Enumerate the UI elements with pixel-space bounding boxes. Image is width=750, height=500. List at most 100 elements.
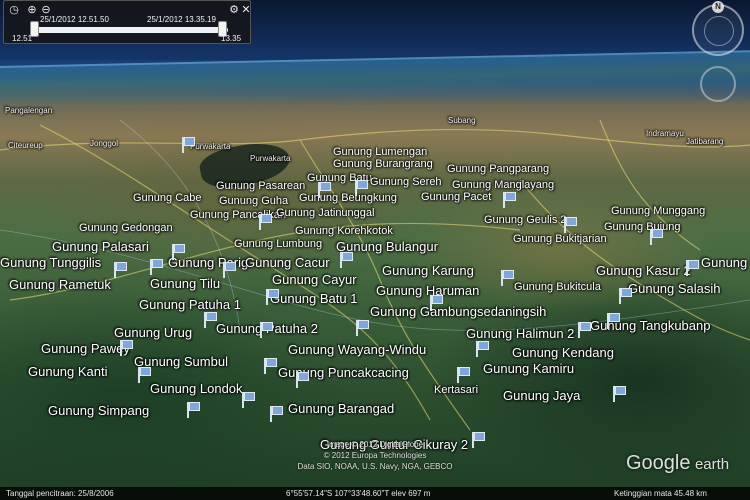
mountain-label[interactable]: Gunung Wayang-Windu (288, 343, 426, 356)
placemark-pin-icon[interactable] (150, 259, 163, 275)
status-bar: Tanggal pencitraan: 25/8/2006 6°55'57.14… (0, 487, 750, 500)
placemark-pin-icon[interactable] (270, 406, 283, 422)
placemark-pin-icon[interactable] (650, 229, 663, 245)
mountain-label[interactable]: Gunung Kanti (28, 365, 108, 378)
end-datetime: 25/1/2012 13.35.19 (147, 15, 216, 24)
satellite-map[interactable]: Pangalengan Citeureup Jonggol Purwakarta… (0, 0, 750, 500)
placemark-pin-icon[interactable] (120, 340, 133, 356)
mountain-label[interactable]: Gunung Manglayang (452, 180, 554, 191)
placemark-pin-icon[interactable] (296, 372, 309, 388)
time-slider-panel[interactable]: ◷ ⊕ ⊖ ⚙ ✕ 25/1/2012 12.51.50 25/1/2012 1… (3, 0, 251, 44)
mountain-label[interactable]: Gunung Karung (382, 264, 474, 277)
mountain-label[interactable]: Gunung Rametuk (9, 278, 111, 291)
start-time: 12.51 (12, 34, 33, 43)
eye-altitude: Ketinggian mata 45.48 km (614, 489, 707, 498)
placemark-pin-icon[interactable] (607, 313, 620, 329)
placemark-pin-icon[interactable] (242, 392, 255, 408)
mountain-label[interactable]: Gunung Kasur 2 (596, 264, 691, 277)
mountain-label[interactable]: Gunung Cabe (133, 193, 202, 204)
placemark-pin-icon[interactable] (204, 312, 217, 328)
look-joystick[interactable] (700, 66, 736, 102)
placemark-pin-icon[interactable] (138, 367, 151, 383)
placemark-pin-icon[interactable] (619, 288, 632, 304)
mountain-label[interactable]: Gunung Pawey (41, 342, 130, 355)
mountain-label[interactable]: Gunung Halimun 2 (466, 327, 574, 340)
mountain-label[interactable]: Gunung Batu 1 (270, 292, 357, 305)
placemark-pin-icon[interactable] (318, 182, 331, 198)
placemark-pin-icon[interactable] (457, 367, 470, 383)
imagery-date: Tanggal pencitraan: 25/8/2006 (6, 489, 114, 498)
placemark-pin-icon[interactable] (187, 402, 200, 418)
north-indicator[interactable]: N (712, 1, 724, 13)
placemark-pin-icon[interactable] (578, 322, 591, 338)
mountain-label[interactable]: Gunung Munggang (611, 206, 705, 217)
mountain-label[interactable]: Kertasari (434, 385, 478, 396)
close-icon[interactable]: ✕ (240, 4, 252, 16)
mountain-label[interactable]: Gunung Burangrang (333, 159, 433, 170)
placemark-pin-icon[interactable] (613, 386, 626, 402)
mountain-label[interactable]: Gunung Jatinunggal (276, 208, 374, 219)
mountain-label[interactable]: Gunung Kamiru (483, 362, 574, 375)
mountain-label[interactable]: Gunung Sereh (370, 177, 442, 188)
placemark-pin-icon[interactable] (114, 262, 127, 278)
place-label: Jatibarang (686, 137, 724, 146)
placemark-pin-icon[interactable] (182, 137, 195, 153)
placemark-pin-icon[interactable] (476, 341, 489, 357)
mountain-label[interactable]: Gunung Korehkotok (295, 226, 393, 237)
place-label: Pangalengan (5, 106, 53, 115)
place-label: Subang (448, 116, 476, 125)
placemark-pin-icon[interactable] (266, 289, 279, 305)
mountain-label[interactable]: Gunung Cayur (272, 273, 357, 286)
placemark-pin-icon[interactable] (260, 322, 273, 338)
mountain-label[interactable]: Gunung Cacur (245, 256, 330, 269)
placemark-pin-icon[interactable] (686, 260, 699, 276)
mountain-label[interactable]: Gunung Palasari (52, 240, 149, 253)
placemark-pin-icon[interactable] (564, 217, 577, 233)
mountain-label[interactable]: Gunung Bukitjarian (513, 234, 607, 245)
mountain-label[interactable]: Gunung Gedongan (79, 223, 173, 234)
mountain-label[interactable]: Gunung Gambungsedaningsih (370, 305, 546, 318)
placemark-pin-icon[interactable] (501, 270, 514, 286)
mountain-label[interactable]: Gunung Tunggilis (0, 256, 101, 269)
start-datetime: 25/1/2012 12.51.50 (40, 15, 109, 24)
place-label: Citeureup (8, 141, 43, 150)
placemark-pin-icon[interactable] (430, 295, 443, 311)
placemark-pin-icon[interactable] (264, 358, 277, 374)
placemark-pin-icon[interactable] (223, 262, 236, 278)
placemark-pin-icon[interactable] (355, 180, 368, 196)
zoom-in-icon[interactable]: ⊕ (26, 4, 38, 16)
mountain-label[interactable]: Gunung Pacet (421, 192, 491, 203)
mountain-label[interactable]: Gunung Londok (150, 382, 243, 395)
mountain-label[interactable]: Gunung Bukitcula (514, 282, 601, 293)
mountain-label[interactable]: Gunung Beungkung (299, 193, 397, 204)
mountain-label[interactable]: Gunung Simpang (48, 404, 149, 417)
mountain-label[interactable]: Gunung Pangparang (447, 164, 549, 175)
mountain-label[interactable]: Gunung Lumengan (333, 147, 427, 158)
placemark-pin-icon[interactable] (356, 320, 369, 336)
mountain-label[interactable]: Gunung Urug (114, 326, 192, 339)
mountain-label[interactable]: Gunung Lumbung (234, 239, 322, 250)
mountain-label[interactable]: Gunung Patuha 1 (139, 298, 241, 311)
mountain-label[interactable]: Gunung Tilu (150, 277, 220, 290)
mountain-label[interactable]: Gunung Guha (219, 196, 288, 207)
place-label: Indramayu (646, 129, 684, 138)
placemark-pin-icon[interactable] (503, 192, 516, 208)
placemark-pin-icon[interactable] (259, 214, 272, 230)
time-track[interactable] (32, 27, 228, 33)
mountain-label[interactable]: Gunung Jaya (503, 389, 580, 402)
mountain-label[interactable]: Gunung Barangad (288, 402, 394, 415)
mountain-label[interactable]: Gunung Haruman (376, 284, 479, 297)
placemark-pin-icon[interactable] (172, 244, 185, 260)
time-range (32, 27, 228, 33)
clock-icon[interactable]: ◷ (8, 4, 20, 16)
mountain-label[interactable]: Gunung Bujung (604, 222, 680, 233)
mountain-label[interactable]: Gunung Salasih (628, 282, 721, 295)
mountain-label[interactable]: Gunung Geulis 2 (484, 215, 567, 226)
imagery-credit: Image © 2012 DigitalGlobe (326, 440, 424, 449)
mountain-label[interactable]: Gunung Pancalikan (190, 210, 286, 221)
placemark-pin-icon[interactable] (340, 252, 353, 268)
mountain-label[interactable]: Gunung Kendang (512, 346, 614, 359)
mountain-label[interactable]: Gunung Ma (701, 256, 750, 269)
settings-icon[interactable]: ⚙ (228, 4, 240, 16)
mountain-label[interactable]: Gunung Pasarean (216, 181, 305, 192)
